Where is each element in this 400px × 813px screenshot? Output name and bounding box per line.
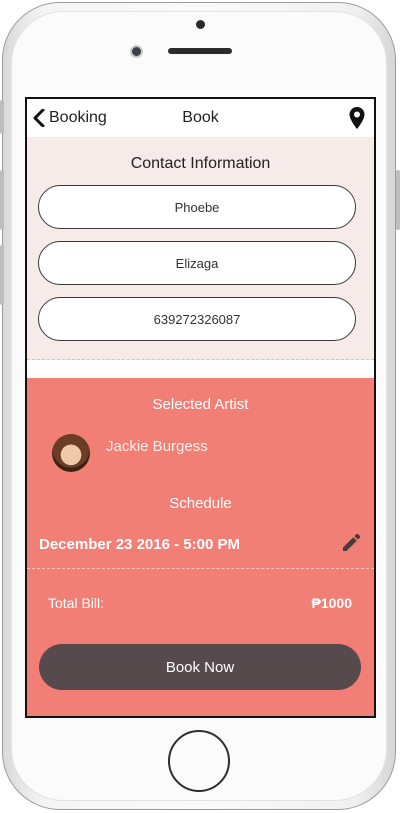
front-camera [130, 45, 143, 58]
first-name-field[interactable] [38, 185, 356, 229]
selected-artist-label: Selected Artist [152, 396, 249, 413]
last-name-field[interactable] [38, 241, 356, 285]
avatar[interactable] [52, 434, 90, 472]
navbar: Booking Book [27, 99, 374, 137]
contact-title: Contact Information [130, 155, 271, 172]
contact-section: Contact Information [27, 137, 374, 360]
book-now-button[interactable]: Book Now [39, 644, 361, 690]
volume-up-button [0, 170, 4, 230]
artist-name[interactable]: Jackie Burgess [106, 438, 208, 455]
pencil-icon [343, 533, 361, 551]
volume-down-button [0, 245, 4, 305]
back-label: Booking [49, 109, 107, 126]
total-bill-amount: ₱1000 [311, 595, 352, 611]
booking-summary-panel: Selected Artist Jackie Burgess Schedule … [27, 378, 374, 716]
location-button[interactable] [348, 106, 366, 130]
summary-divider [27, 568, 374, 569]
schedule-label: Schedule [169, 495, 232, 512]
phone-field[interactable] [38, 297, 356, 341]
proximity-sensor [196, 20, 205, 29]
chevron-left-icon [33, 109, 45, 127]
edit-schedule-button[interactable] [340, 532, 362, 554]
location-pin-icon [349, 107, 365, 129]
back-button[interactable]: Booking [33, 107, 107, 129]
earpiece-speaker [168, 48, 232, 54]
home-button[interactable] [168, 730, 230, 792]
app-screen: Booking Book Contact Information Selecte… [25, 97, 376, 718]
power-button [396, 170, 400, 230]
schedule-datetime: December 23 2016 - 5:00 PM [39, 536, 240, 553]
section-gap [27, 360, 374, 378]
total-bill-label: Total Bill: [48, 595, 105, 611]
mute-switch [0, 100, 4, 134]
